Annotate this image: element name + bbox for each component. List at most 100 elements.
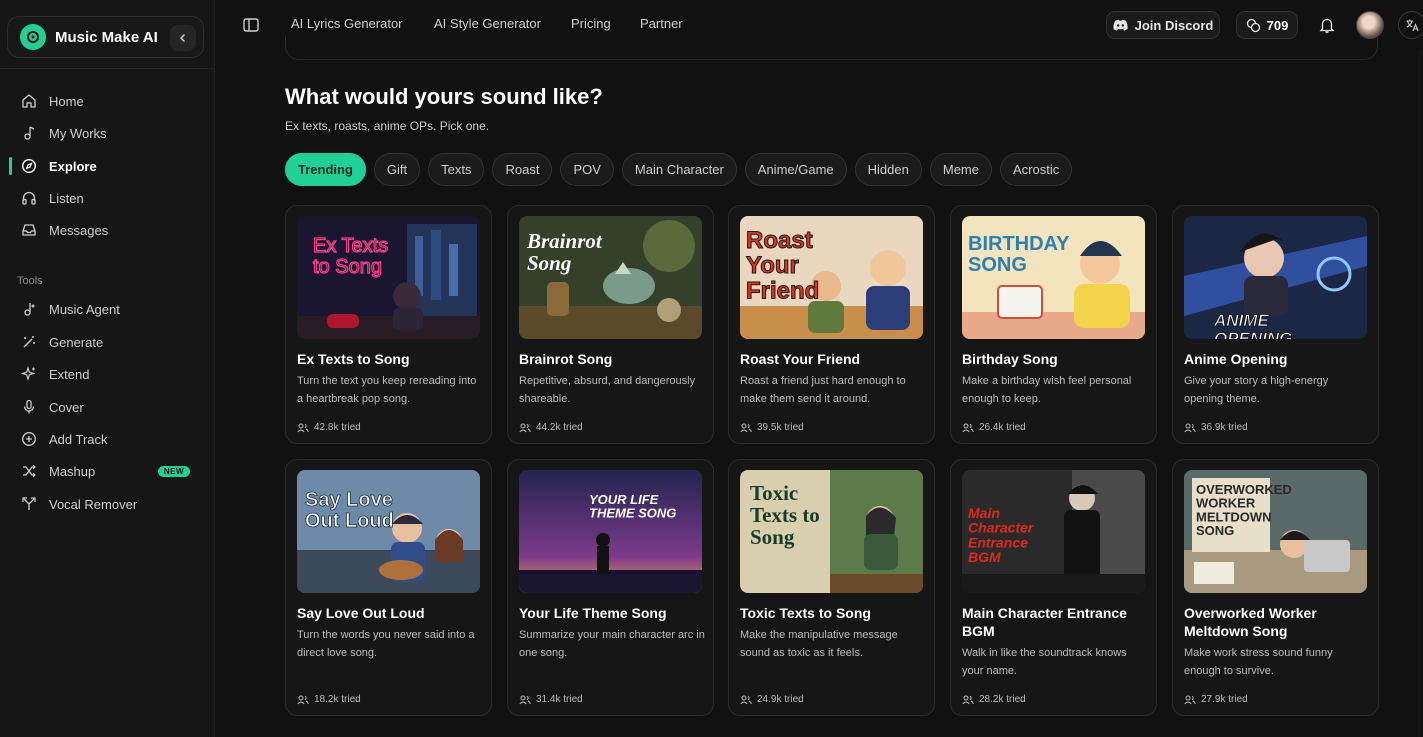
tried-count: 39.5k tried bbox=[740, 422, 804, 433]
card-title: Anime Opening bbox=[1184, 351, 1288, 367]
sidebar-item-label: Generate bbox=[49, 334, 104, 350]
tried-count: 42.8k tried bbox=[297, 422, 361, 433]
sidebar-item-label: Listen bbox=[49, 190, 84, 206]
template-card-brainrot[interactable]: Brainrot Song Brainrot Song Repetitive, a… bbox=[507, 205, 714, 444]
language-button[interactable] bbox=[1398, 11, 1423, 39]
notification-bell-icon[interactable] bbox=[1318, 16, 1336, 34]
template-card-roast[interactable]: Roast Your Friend Roast Your Friend Roast … bbox=[728, 205, 935, 444]
card-thumbnail: Say Love Out Loud bbox=[297, 470, 480, 593]
svg-text:Ex Textsto Song: Ex Texts to Song bbox=[313, 235, 388, 278]
tried-count: 44.2k tried bbox=[519, 422, 583, 433]
sidebar-item-home[interactable]: Home bbox=[12, 86, 202, 116]
card-title: Your Life Theme Song bbox=[519, 605, 667, 621]
tried-count: 26.4k tried bbox=[962, 422, 1026, 433]
tab-hidden[interactable]: Hidden bbox=[854, 153, 922, 186]
sidebar-item-extend[interactable]: Extend bbox=[12, 359, 202, 389]
brand-bar[interactable]: Music Make AI bbox=[7, 16, 204, 58]
tab-acrostic[interactable]: Acrostic bbox=[999, 153, 1073, 186]
tab-meme[interactable]: Meme bbox=[929, 153, 992, 186]
card-title: Roast Your Friend bbox=[740, 351, 861, 367]
tried-count: 28.2k tried bbox=[962, 694, 1026, 705]
previous-section-card bbox=[285, 36, 1378, 60]
card-thumbnail: Main Character Entrance BGM bbox=[962, 470, 1145, 593]
home-icon bbox=[20, 92, 38, 110]
users-icon bbox=[1184, 695, 1196, 704]
tab-main-character[interactable]: Main Character bbox=[621, 153, 737, 186]
card-title: Overworked Worker Meltdown Song bbox=[1184, 605, 1317, 639]
template-card-say-love[interactable]: Say Love Out Loud Say Love Out Loud Turn … bbox=[285, 459, 492, 716]
svg-text:Say LoveOut Loud: Say Love Out Loud bbox=[305, 489, 394, 532]
tab-texts[interactable]: Texts bbox=[428, 153, 485, 186]
sidebar-item-label: Explore bbox=[49, 158, 97, 174]
collapse-sidebar-button[interactable] bbox=[170, 25, 196, 51]
sidebar-item-label: Add Track bbox=[49, 431, 108, 447]
compass-icon bbox=[20, 157, 38, 175]
sidebar-item-label: My Works bbox=[49, 125, 107, 141]
scrollbar-track[interactable] bbox=[1417, 50, 1423, 737]
nav-link-ai-style-generator[interactable]: AI Style Generator bbox=[434, 16, 541, 31]
join-discord-button[interactable]: Join Discord bbox=[1106, 11, 1220, 39]
inbox-icon bbox=[20, 221, 38, 239]
template-card-life-theme[interactable]: YOUR LIFE THEME SONG Your Life Theme Song… bbox=[507, 459, 714, 716]
credits-button[interactable]: 709 bbox=[1236, 11, 1298, 39]
magic-wand-icon bbox=[20, 333, 38, 351]
panel-toggle-icon[interactable] bbox=[242, 16, 260, 34]
users-icon bbox=[740, 423, 752, 432]
template-card-ex-texts[interactable]: Ex Texts to Song Ex Texts to Song Turn th… bbox=[285, 205, 492, 444]
join-discord-label: Join Discord bbox=[1134, 17, 1214, 33]
card-thumbnail: Brainrot Song bbox=[519, 216, 702, 339]
agent-icon bbox=[20, 300, 38, 318]
card-description: Make work stress sound funny enough to s… bbox=[1184, 647, 1333, 677]
credits-count: 709 bbox=[1266, 17, 1289, 33]
tools-section-label: Tools bbox=[17, 275, 43, 287]
section-subline: Ex texts, roasts, anime OPs. Pick one. bbox=[285, 119, 490, 133]
tab-gift[interactable]: Gift bbox=[373, 153, 421, 186]
sidebar-item-explore[interactable]: Explore bbox=[12, 151, 202, 181]
sidebar-item-listen[interactable]: Listen bbox=[12, 183, 202, 213]
card-title: Main Character Entrance BGM bbox=[962, 605, 1127, 639]
card-thumbnail: ANIME OPENING bbox=[1184, 216, 1367, 339]
sidebar-item-my-works[interactable]: My Works bbox=[12, 118, 202, 148]
plus-circle-icon bbox=[20, 430, 38, 448]
nav-link-ai-lyrics-generator[interactable]: AI Lyrics Generator bbox=[291, 16, 403, 31]
sidebar-item-label: Extend bbox=[49, 366, 90, 382]
tab-anime-game[interactable]: Anime/Game bbox=[744, 153, 847, 186]
template-card-main-character-bgm[interactable]: Main Character Entrance BGM Main Character … bbox=[950, 459, 1157, 716]
sidebar-item-cover[interactable]: Cover bbox=[12, 392, 202, 422]
template-card-birthday[interactable]: BIRTHDAY SONG Birthday Song Make a birthd… bbox=[950, 205, 1157, 444]
tab-trending[interactable]: Trending bbox=[285, 153, 366, 186]
users-icon bbox=[519, 423, 531, 432]
tab-pov[interactable]: POV bbox=[560, 153, 614, 186]
sidebar-item-messages[interactable]: Messages bbox=[12, 215, 202, 245]
card-description: Give your story a high-energy opening th… bbox=[1184, 375, 1329, 405]
sidebar-item-mashup[interactable]: Mashup NEW bbox=[12, 456, 202, 486]
sidebar-item-add-track[interactable]: Add Track bbox=[12, 424, 202, 454]
sidebar: Music Make AI Home My Works Explore List… bbox=[0, 0, 215, 737]
tab-roast[interactable]: Roast bbox=[492, 153, 553, 186]
card-title: Toxic Texts to Song bbox=[740, 605, 871, 621]
section-headline: What would yours sound like? bbox=[285, 84, 603, 109]
new-badge: NEW bbox=[157, 465, 190, 477]
tried-count: 24.9k tried bbox=[740, 694, 804, 705]
card-thumbnail: OVERWORKED WORKER MELTDOWN SONG bbox=[1184, 470, 1367, 593]
card-description: Roast a friend just hard enough to make … bbox=[740, 375, 906, 405]
template-card-overworked-worker[interactable]: OVERWORKED WORKER MELTDOWN SONG Overworked … bbox=[1172, 459, 1379, 716]
sidebar-item-music-agent[interactable]: Music Agent bbox=[12, 294, 202, 324]
sidebar-item-vocal-remover[interactable]: Vocal Remover bbox=[12, 489, 202, 519]
nav-link-pricing[interactable]: Pricing bbox=[571, 16, 611, 31]
card-thumbnail: Toxic Texts to Song bbox=[740, 470, 923, 593]
nav-link-partner[interactable]: Partner bbox=[640, 16, 683, 31]
card-description: Turn the words you never said into a dir… bbox=[297, 629, 475, 659]
headphones-icon bbox=[20, 189, 38, 207]
users-icon bbox=[1184, 423, 1196, 432]
shuffle-icon bbox=[20, 462, 38, 480]
sidebar-item-generate[interactable]: Generate bbox=[12, 327, 202, 357]
user-avatar[interactable] bbox=[1356, 11, 1384, 39]
template-card-toxic-texts[interactable]: Toxic Texts to Song Toxic Texts to Song Ma… bbox=[728, 459, 935, 716]
category-tabs: Trending Gift Texts Roast POV Main Chara… bbox=[285, 153, 1073, 186]
brand-logo-icon bbox=[20, 24, 46, 50]
template-card-anime-opening[interactable]: ANIME OPENING Anime Opening Give your sto… bbox=[1172, 205, 1379, 444]
users-icon bbox=[962, 695, 974, 704]
card-title: Birthday Song bbox=[962, 351, 1058, 367]
sparkle-icon bbox=[20, 365, 38, 383]
